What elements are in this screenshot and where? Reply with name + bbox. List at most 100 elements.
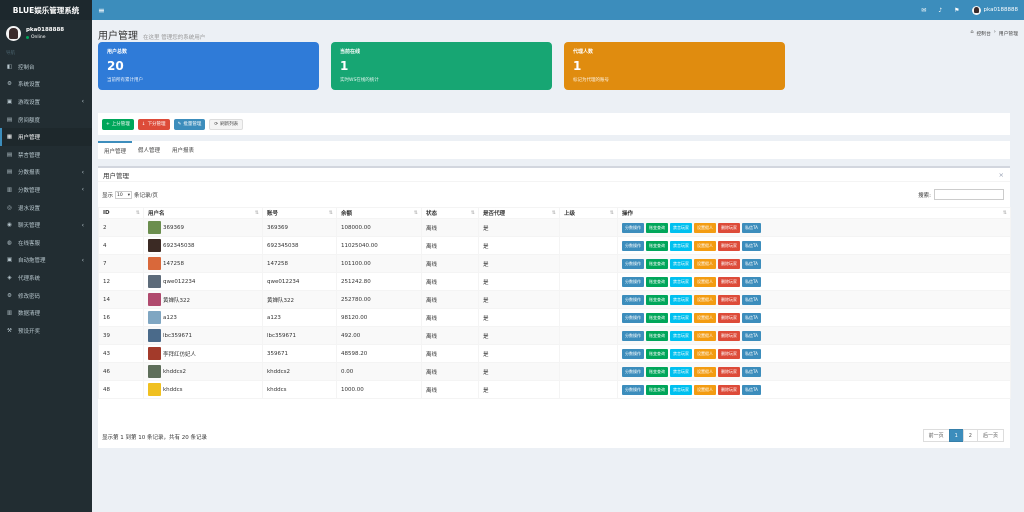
action-button[interactable]: 设置假人 [694,384,716,395]
pager-next[interactable]: 后一页 [976,429,1004,442]
action-button[interactable]: 禁言玩家 [670,384,692,395]
action-button[interactable]: 账变查询 [646,366,668,377]
toolbar-button[interactable]: + 上分管理 [102,118,134,130]
column-header[interactable]: 操作 ⇅ [617,207,1011,219]
action-button[interactable]: 私信TA [742,330,761,341]
mail-icon[interactable]: ✉ [921,7,926,14]
action-button[interactable]: 设置假人 [694,348,716,359]
pager-page[interactable]: 1 [948,429,964,442]
flag-icon[interactable]: ⚑ [954,7,959,14]
action-button[interactable]: 设置假人 [694,240,716,251]
toolbar-button[interactable]: ✎ 批量管理 [173,118,206,130]
action-button[interactable]: 禁言玩家 [670,258,692,269]
action-button[interactable]: 账变查询 [646,276,668,287]
sidebar-item[interactable]: ▣ 自动拖管理 ‹ [0,252,92,270]
action-button[interactable]: 私信TA [742,276,761,287]
action-button[interactable]: 分数操作 [622,276,644,287]
action-button[interactable]: 删除玩家 [718,258,740,269]
toolbar-button[interactable]: ↓ 下分管理 [137,118,170,130]
action-button[interactable]: 账变查询 [646,240,668,251]
column-header[interactable]: 状态 ⇅ [421,207,479,219]
action-button[interactable]: 删除玩家 [718,366,740,377]
action-button[interactable]: 删除玩家 [718,294,740,305]
action-button[interactable]: 分数操作 [622,384,644,395]
action-button[interactable]: 删除玩家 [718,348,740,359]
column-header[interactable]: ID ⇅ [98,207,144,219]
action-button[interactable]: 删除玩家 [718,276,740,287]
action-button[interactable]: 删除玩家 [718,240,740,251]
action-button[interactable]: 设置假人 [694,276,716,287]
action-button[interactable]: 设置假人 [694,222,716,233]
action-button[interactable]: 禁言玩家 [670,330,692,341]
action-button[interactable]: 私信TA [742,366,761,377]
pager-page[interactable]: 2 [962,429,978,442]
action-button[interactable]: 设置假人 [694,330,716,341]
column-header[interactable]: 上级 ⇅ [559,207,618,219]
action-button[interactable]: 设置假人 [694,294,716,305]
action-button[interactable]: 账变查询 [646,294,668,305]
action-button[interactable]: 分数操作 [622,366,644,377]
column-header[interactable]: 余额 ⇅ [336,207,422,219]
action-button[interactable]: 账变查询 [646,312,668,323]
action-button[interactable]: 私信TA [742,258,761,269]
action-button[interactable]: 分数操作 [622,294,644,305]
sidebar-item[interactable]: ◍ 在线客服 [0,234,92,252]
action-button[interactable]: 账变查询 [646,384,668,395]
action-button[interactable]: 私信TA [742,312,761,323]
action-button[interactable]: 私信TA [742,294,761,305]
search-input[interactable] [934,189,1004,200]
bell-icon[interactable]: ♪ [938,7,942,14]
page-length-select[interactable]: 10 ▾ [115,191,133,199]
action-button[interactable]: 私信TA [742,348,761,359]
action-button[interactable]: 删除玩家 [718,312,740,323]
action-button[interactable]: 禁言玩家 [670,348,692,359]
action-button[interactable]: 禁言玩家 [670,222,692,233]
column-header[interactable]: 用户名 ⇅ [143,207,263,219]
sidebar-item[interactable]: ▤ 禁言管理 [0,146,92,164]
app-title[interactable]: BLUE娱乐管理系统 [0,0,92,20]
action-button[interactable]: 分数操作 [622,258,644,269]
menu-toggle-icon[interactable]: ≡ [98,6,105,15]
action-button[interactable]: 账变查询 [646,222,668,233]
action-button[interactable]: 私信TA [742,222,761,233]
toolbar-button[interactable]: ⟳ 刷新列表 [209,118,244,130]
sidebar-item[interactable]: ▤ 分数报表 ‹ [0,164,92,182]
action-button[interactable]: 分数操作 [622,330,644,341]
action-button[interactable]: 分数操作 [622,222,644,233]
action-button[interactable]: 分数操作 [622,240,644,251]
action-button[interactable]: 账变查询 [646,258,668,269]
sidebar-item[interactable]: ⚙ 系统设置 [0,76,92,94]
column-header[interactable]: 账号 ⇅ [262,207,337,219]
column-header[interactable]: 是否代理 ⇅ [478,207,560,219]
sidebar-item[interactable]: ▤ 房间额度 [0,111,92,129]
action-button[interactable]: 设置假人 [694,258,716,269]
breadcrumb-home[interactable]: 控制台 [976,30,990,37]
action-button[interactable]: 设置假人 [694,366,716,377]
action-button[interactable]: 禁言玩家 [670,294,692,305]
action-button[interactable]: 分数操作 [622,312,644,323]
action-button[interactable]: 禁言玩家 [670,240,692,251]
sidebar-item[interactable]: ◉ 聊天管理 ‹ [0,216,92,234]
action-button[interactable]: 账变查询 [646,330,668,341]
action-button[interactable]: 禁言玩家 [670,312,692,323]
action-button[interactable]: 删除玩家 [718,384,740,395]
sidebar-item[interactable]: ◎ 退水设置 [0,199,92,217]
action-button[interactable]: 分数操作 [622,348,644,359]
tab[interactable]: 假人管理 [132,141,166,159]
action-button[interactable]: 删除玩家 [718,330,740,341]
close-icon[interactable]: × [999,171,1004,179]
sidebar-item[interactable]: ▥ 分数管理 ‹ [0,181,92,199]
action-button[interactable]: 禁言玩家 [670,276,692,287]
action-button[interactable]: 账变查询 [646,348,668,359]
sidebar-item[interactable]: ◈ 代理系统 [0,269,92,287]
sidebar-item[interactable]: ◧ 控制台 [0,58,92,76]
tab[interactable]: 用户管理 [98,141,133,159]
sidebar-item[interactable]: ▣ 游戏设置 ‹ [0,93,92,111]
pager-prev[interactable]: 前一页 [922,429,950,442]
action-button[interactable]: 私信TA [742,384,761,395]
user-menu[interactable]: pka0188888 [971,5,1018,15]
sidebar-item[interactable]: ⚒ 预设开奖 [0,322,92,340]
sidebar-item[interactable]: ⚙ 修改密码 [0,287,92,305]
action-button[interactable]: 设置假人 [694,312,716,323]
action-button[interactable]: 删除玩家 [718,222,740,233]
